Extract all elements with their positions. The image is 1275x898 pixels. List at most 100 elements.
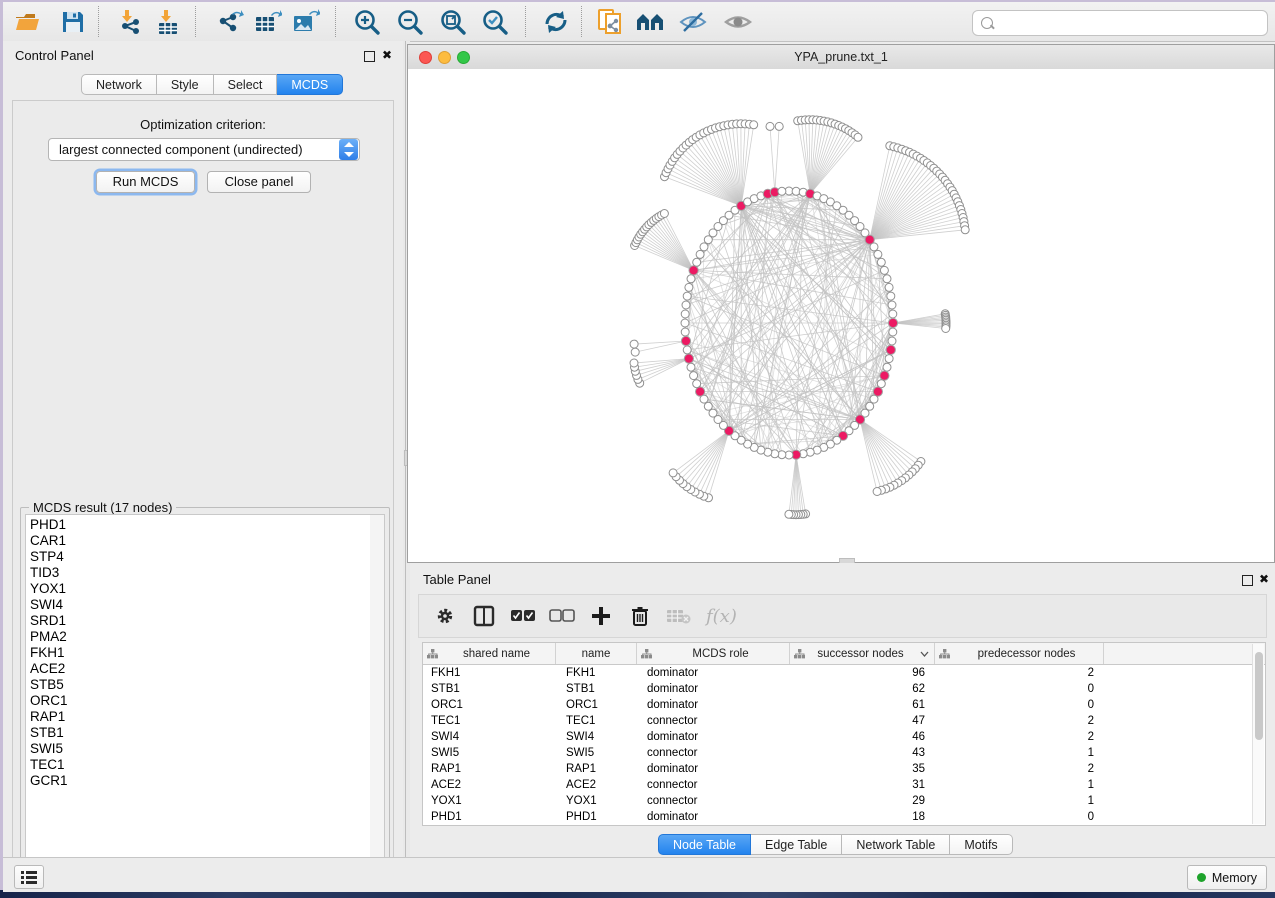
- tab-network-table[interactable]: Network Table: [842, 834, 950, 855]
- column-header-MCDS-role[interactable]: MCDS role: [637, 643, 790, 664]
- table-cell[interactable]: ORC1: [556, 697, 637, 713]
- table-cell[interactable]: 2: [935, 665, 1104, 681]
- table-cell[interactable]: 29: [790, 793, 935, 809]
- export-network-icon[interactable]: [215, 7, 245, 37]
- table-cell[interactable]: dominator: [637, 681, 790, 697]
- mcds-result-item[interactable]: STB1: [30, 725, 370, 741]
- table-cell[interactable]: connector: [637, 745, 790, 761]
- mcds-result-item[interactable]: ACE2: [30, 661, 370, 677]
- column-header-successor-nodes[interactable]: successor nodes: [790, 643, 935, 664]
- show-columns-icon[interactable]: [471, 603, 497, 629]
- table-cell[interactable]: dominator: [637, 729, 790, 745]
- tab-mcds[interactable]: MCDS: [277, 74, 343, 95]
- table-cell[interactable]: connector: [637, 793, 790, 809]
- table-cell[interactable]: SWI4: [556, 729, 637, 745]
- tab-node-table[interactable]: Node Table: [658, 834, 751, 855]
- table-cell[interactable]: 43: [790, 745, 935, 761]
- network-canvas[interactable]: [408, 69, 1274, 562]
- table-cell[interactable]: 96: [790, 665, 935, 681]
- table-cell[interactable]: 46: [790, 729, 935, 745]
- table-cell[interactable]: FKH1: [556, 665, 637, 681]
- apply-layout-icon[interactable]: [541, 7, 571, 37]
- mcds-result-item[interactable]: CAR1: [30, 533, 370, 549]
- close-panel-icon[interactable]: ✖: [1259, 574, 1269, 584]
- table-cell[interactable]: 2: [935, 729, 1104, 745]
- table-cell[interactable]: 61: [790, 697, 935, 713]
- table-cell[interactable]: ACE2: [556, 777, 637, 793]
- table-cell[interactable]: SWI5: [423, 745, 556, 761]
- new-network-from-selection-icon[interactable]: [596, 7, 626, 37]
- table-cell[interactable]: PHD1: [423, 809, 556, 825]
- column-header-shared-name[interactable]: shared name: [423, 643, 556, 664]
- save-session-icon[interactable]: [58, 7, 88, 37]
- mcds-result-item[interactable]: PHD1: [30, 517, 370, 533]
- table-cell[interactable]: ORC1: [423, 697, 556, 713]
- open-session-icon[interactable]: [13, 7, 43, 37]
- mcds-result-scrollbar[interactable]: [370, 514, 385, 872]
- mcds-result-item[interactable]: SWI4: [30, 597, 370, 613]
- table-row[interactable]: SWI4SWI4dominator462: [423, 729, 1265, 745]
- tab-select[interactable]: Select: [214, 74, 278, 95]
- mcds-result-item[interactable]: RAP1: [30, 709, 370, 725]
- close-panel-icon[interactable]: ✖: [382, 50, 392, 60]
- zoom-fit-icon[interactable]: [438, 7, 468, 37]
- zoom-out-icon[interactable]: [395, 7, 425, 37]
- column-header-name[interactable]: name: [556, 643, 637, 664]
- table-cell[interactable]: STB1: [423, 681, 556, 697]
- table-row[interactable]: TEC1TEC1connector472: [423, 713, 1265, 729]
- table-cell[interactable]: 31: [790, 777, 935, 793]
- table-cell[interactable]: RAP1: [423, 761, 556, 777]
- table-cell[interactable]: RAP1: [556, 761, 637, 777]
- mcds-result-item[interactable]: STB5: [30, 677, 370, 693]
- table-row[interactable]: PHD1PHD1dominator180: [423, 809, 1265, 825]
- table-row[interactable]: RAP1RAP1dominator352: [423, 761, 1265, 777]
- deselect-all-icon[interactable]: [549, 603, 575, 629]
- table-row[interactable]: YOX1YOX1connector291: [423, 793, 1265, 809]
- table-cell[interactable]: 1: [935, 793, 1104, 809]
- search-input[interactable]: [972, 10, 1268, 36]
- table-cell[interactable]: dominator: [637, 761, 790, 777]
- criterion-dropdown[interactable]: largest connected component (undirected): [48, 138, 360, 161]
- mcds-result-item[interactable]: FKH1: [30, 645, 370, 661]
- table-cell[interactable]: 47: [790, 713, 935, 729]
- memory-button[interactable]: Memory: [1187, 865, 1267, 890]
- mcds-result-item[interactable]: PMA2: [30, 629, 370, 645]
- table-cell[interactable]: dominator: [637, 665, 790, 681]
- table-cell[interactable]: 18: [790, 809, 935, 825]
- mcds-result-item[interactable]: STP4: [30, 549, 370, 565]
- table-cell[interactable]: dominator: [637, 697, 790, 713]
- hide-selected-icon[interactable]: [678, 7, 708, 37]
- network-titlebar[interactable]: YPA_prune.txt_1: [408, 45, 1274, 70]
- table-cell[interactable]: STB1: [556, 681, 637, 697]
- table-cell[interactable]: 0: [935, 681, 1104, 697]
- mcds-result-item[interactable]: TID3: [30, 565, 370, 581]
- table-row[interactable]: SWI5SWI5connector431: [423, 745, 1265, 761]
- close-panel-button[interactable]: Close panel: [207, 171, 311, 193]
- table-cell[interactable]: 0: [935, 697, 1104, 713]
- select-all-icon[interactable]: [510, 603, 536, 629]
- table-settings-icon[interactable]: [432, 603, 458, 629]
- table-row[interactable]: ACE2ACE2connector311: [423, 777, 1265, 793]
- table-cell[interactable]: PHD1: [556, 809, 637, 825]
- node-table[interactable]: shared namenameMCDS rolesuccessor nodesp…: [422, 642, 1266, 826]
- table-cell[interactable]: 1: [935, 777, 1104, 793]
- export-image-icon[interactable]: [291, 7, 321, 37]
- table-cell[interactable]: YOX1: [423, 793, 556, 809]
- float-panel-icon[interactable]: [1242, 575, 1253, 586]
- import-network-icon[interactable]: [115, 7, 145, 37]
- tab-edge-table[interactable]: Edge Table: [751, 834, 842, 855]
- table-row[interactable]: STB1STB1dominator620: [423, 681, 1265, 697]
- mcds-result-list[interactable]: PHD1CAR1STP4TID3YOX1SWI4SRD1PMA2FKH1ACE2…: [25, 514, 371, 872]
- table-cell[interactable]: ACE2: [423, 777, 556, 793]
- mcds-result-item[interactable]: SWI5: [30, 741, 370, 757]
- export-table-icon[interactable]: [253, 7, 283, 37]
- table-cell[interactable]: SWI4: [423, 729, 556, 745]
- table-cell[interactable]: TEC1: [423, 713, 556, 729]
- table-cell[interactable]: 62: [790, 681, 935, 697]
- tab-network[interactable]: Network: [81, 74, 157, 95]
- run-mcds-button[interactable]: Run MCDS: [96, 171, 195, 193]
- tab-motifs[interactable]: Motifs: [950, 834, 1012, 855]
- task-history-button[interactable]: [14, 865, 44, 889]
- table-scrollbar[interactable]: [1252, 644, 1264, 824]
- table-cell[interactable]: 1: [935, 745, 1104, 761]
